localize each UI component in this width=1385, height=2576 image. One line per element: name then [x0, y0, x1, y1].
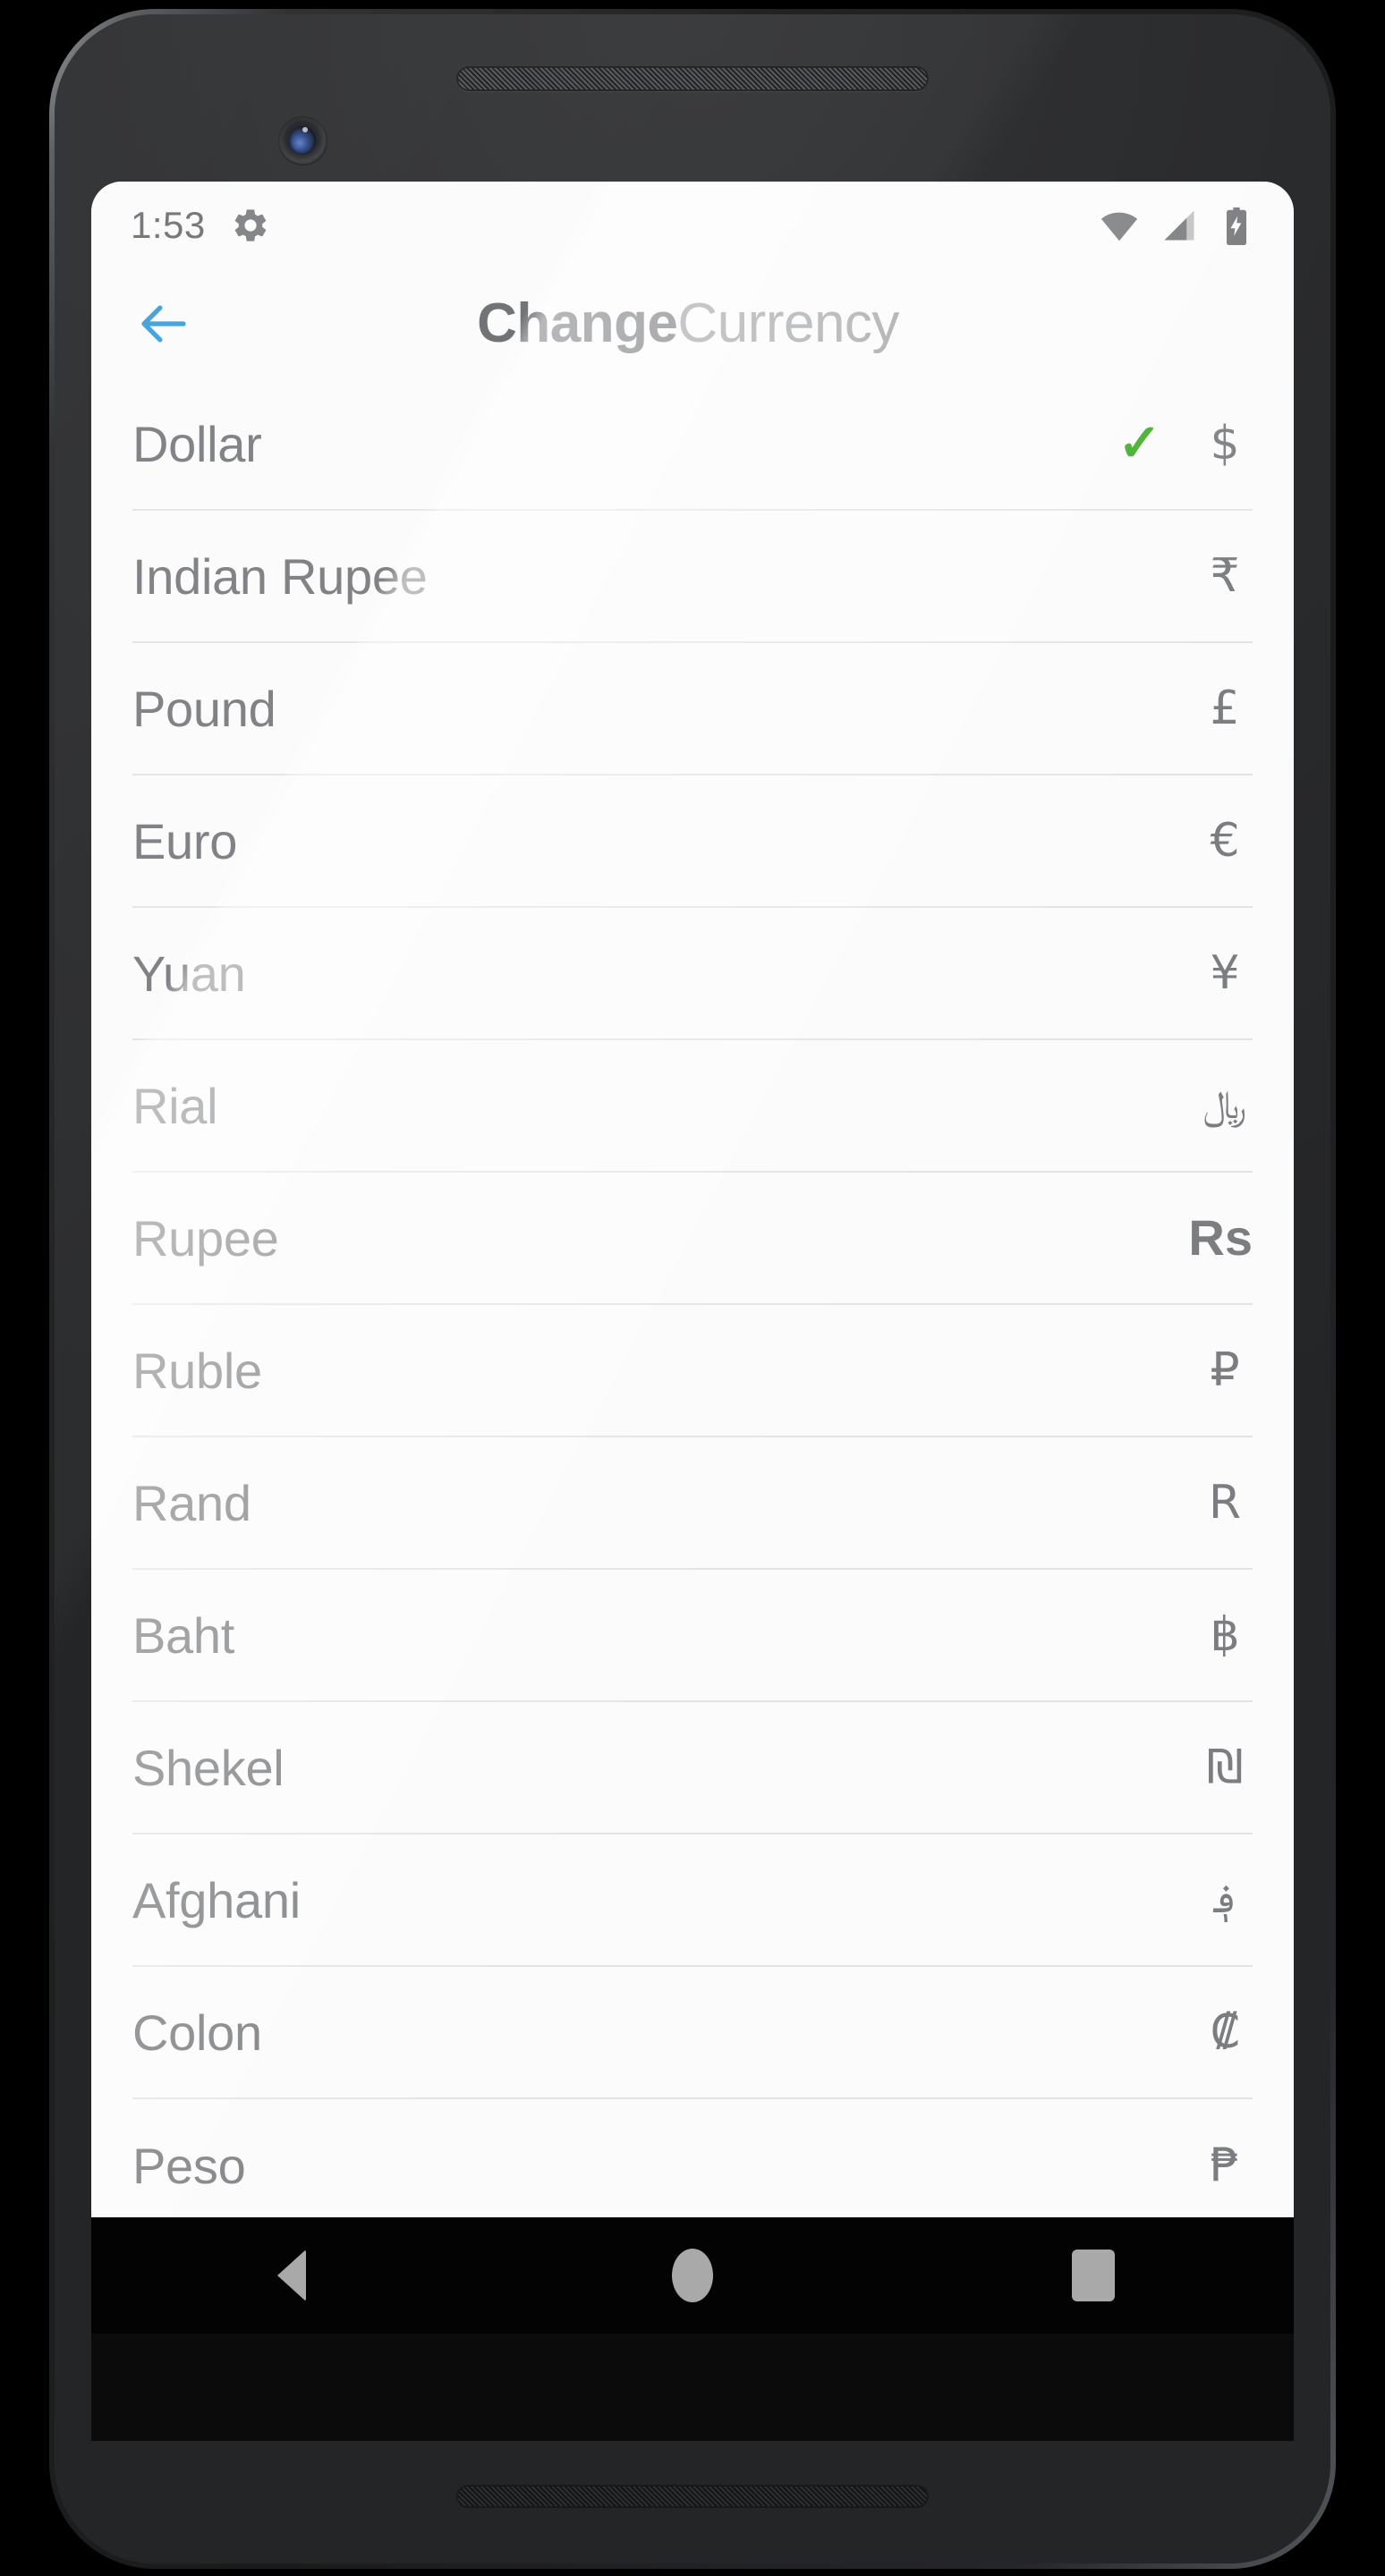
currency-row-right: ₡	[1197, 2009, 1253, 2055]
currency-name: Dollar	[132, 415, 262, 472]
currency-name: Yuan	[132, 945, 246, 1002]
app-bar: ChangeCurrency	[91, 268, 1294, 378]
currency-row[interactable]: Rand R	[132, 1437, 1253, 1570]
currency-row[interactable]: Yuan ¥	[132, 908, 1253, 1040]
currency-symbol: Rs	[1188, 1209, 1253, 1266]
phone-bezel: 1:53 ChangeCurrency Dollar ✓ $ Indian Ru…	[55, 14, 1330, 2563]
status-bar-clock: 1:53	[131, 203, 206, 246]
currency-symbol: €	[1210, 814, 1240, 868]
nav-home-circle-icon	[672, 2249, 713, 2302]
currency-symbol: ﷼	[1202, 1082, 1247, 1128]
currency-row[interactable]: Rupee Rs	[132, 1173, 1253, 1305]
currency-name: Rial	[132, 1077, 218, 1134]
page-title-bold: Change	[477, 292, 678, 354]
selected-check-icon: ✓	[1117, 414, 1161, 472]
currency-symbol: ₹	[1210, 549, 1240, 603]
currency-row-right: ₪	[1197, 1744, 1253, 1791]
status-bar-left: 1:53	[131, 204, 270, 247]
nav-home-button[interactable]	[603, 2235, 782, 2316]
wifi-icon	[1099, 205, 1140, 246]
currency-row-right: R	[1197, 1479, 1253, 1526]
currency-row-right: ؋	[1197, 1880, 1253, 1919]
currency-name: Rand	[132, 1474, 251, 1531]
phone-frame: 1:53 ChangeCurrency Dollar ✓ $ Indian Ru…	[49, 9, 1336, 2569]
currency-name: Ruble	[132, 1342, 262, 1399]
currency-name: Indian Rupee	[132, 547, 428, 605]
currency-name: Shekel	[132, 1739, 285, 1796]
currency-row-right: Rs	[1188, 1213, 1253, 1263]
currency-row[interactable]: Euro €	[132, 775, 1253, 908]
status-bar: 1:53	[91, 182, 1294, 268]
currency-row[interactable]: Ruble ₽	[132, 1305, 1253, 1437]
currency-symbol: $	[1210, 417, 1240, 470]
currency-symbol: ؋	[1213, 1877, 1236, 1922]
currency-name: Rupee	[132, 1209, 279, 1267]
page-title-light: Currency	[677, 292, 899, 354]
currency-row-right: £	[1197, 685, 1253, 732]
page-title: ChangeCurrency	[91, 292, 1294, 355]
currency-name: Peso	[132, 2137, 246, 2194]
phone-chin	[91, 2334, 1294, 2441]
currency-symbol: ฿	[1210, 1608, 1240, 1662]
front-camera-icon	[278, 116, 327, 165]
cell-signal-icon	[1160, 206, 1199, 245]
currency-row[interactable]: Baht ฿	[132, 1570, 1253, 1702]
nav-recents-button[interactable]	[1004, 2235, 1183, 2316]
currency-row[interactable]: Afghani ؋	[132, 1835, 1253, 1967]
currency-symbol: ¥	[1210, 946, 1240, 1000]
currency-row-right: ₽	[1197, 1347, 1253, 1394]
gear-icon	[231, 206, 270, 245]
currency-symbol: £	[1210, 682, 1240, 735]
currency-row[interactable]: Colon ₡	[132, 1967, 1253, 2099]
earpiece-speaker-grille	[456, 66, 929, 91]
currency-row-right: ฿	[1197, 1612, 1253, 1658]
nav-recents-square-icon	[1072, 2250, 1115, 2301]
device-stage: 1:53 ChangeCurrency Dollar ✓ $ Indian Ru…	[0, 0, 1385, 2576]
currency-row-right: ₹	[1197, 553, 1253, 599]
currency-row[interactable]: Indian Rupee ₹	[132, 511, 1253, 643]
currency-symbol: R	[1208, 1476, 1242, 1530]
nav-back-triangle-icon	[277, 2250, 306, 2301]
system-nav-bar	[91, 2217, 1294, 2334]
currency-row[interactable]: Shekel ₪	[132, 1702, 1253, 1835]
currency-symbol: ₡	[1210, 2005, 1240, 2059]
currency-name: Colon	[132, 2004, 262, 2061]
currency-row-right: ¥	[1197, 950, 1253, 996]
currency-row[interactable]: Rial ﷼	[132, 1040, 1253, 1173]
currency-name: Euro	[132, 812, 238, 869]
currency-name: Pound	[132, 680, 276, 737]
currency-row[interactable]: Dollar ✓ $	[132, 378, 1253, 511]
currency-symbol: ₽	[1210, 1343, 1240, 1397]
currency-name: Baht	[132, 1606, 234, 1664]
currency-symbol: ₪	[1206, 1741, 1244, 1794]
currency-row-right: ₱	[1197, 2142, 1253, 2189]
currency-row-right: €	[1197, 818, 1253, 864]
bottom-speaker-grille	[456, 2485, 929, 2508]
phone-screen: 1:53 ChangeCurrency Dollar ✓ $ Indian Ru…	[91, 182, 1294, 2217]
currency-symbol: ₱	[1210, 2139, 1240, 2192]
currency-list: Dollar ✓ $ Indian Rupee ₹ Pound £ Euro € Yuan ¥ Ria…	[91, 378, 1294, 2217]
currency-row[interactable]: Pound £	[132, 643, 1253, 775]
nav-back-button[interactable]	[202, 2235, 381, 2316]
status-bar-right	[1099, 205, 1254, 246]
currency-row[interactable]: Peso ₱	[132, 2099, 1253, 2217]
currency-row-right: ﷼	[1197, 1086, 1253, 1125]
currency-row-right: ✓ $	[1117, 418, 1253, 470]
battery-charging-icon	[1219, 206, 1254, 245]
currency-name: Afghani	[132, 1871, 301, 1928]
